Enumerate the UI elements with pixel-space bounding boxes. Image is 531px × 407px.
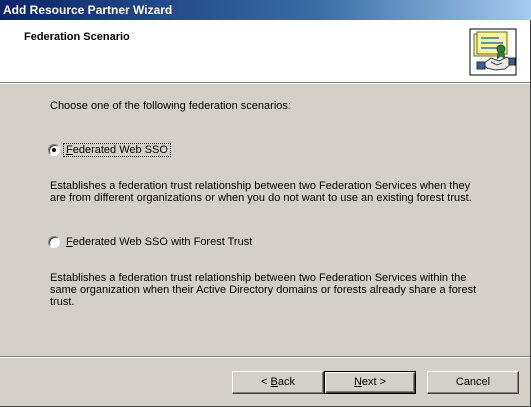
next-button[interactable]: Next > [324, 371, 416, 394]
cancel-button[interactable]: Cancel [427, 371, 519, 394]
back-button[interactable]: < Back [232, 371, 324, 394]
wizard-header: Federation Scenario [0, 20, 530, 83]
back-button-mnemonic: B [270, 376, 278, 388]
mnemonic-f: F [66, 236, 73, 248]
next-button-rest: ext > [361, 376, 387, 388]
title-bar[interactable]: Add Resource Partner Wizard [0, 0, 531, 20]
option-federated-web-sso-forest-trust-label[interactable]: Federated Web SSO with Forest Trust [64, 236, 254, 248]
header-divider [0, 83, 530, 84]
option-federated-web-sso-forest-trust-description: Establishes a federation trust relations… [50, 272, 477, 308]
partner-certificate-handshake-icon [469, 28, 517, 76]
footer-separator [0, 356, 530, 358]
wizard-window: Add Resource Partner Wizard Federation S… [0, 0, 531, 407]
label-rest: ederated Web SSO [72, 144, 168, 156]
radio-federated-web-sso[interactable] [48, 144, 60, 156]
back-button-rest: ack [277, 376, 295, 388]
next-button-mnemonic: N [353, 376, 362, 388]
option-federated-web-sso-label[interactable]: Federated Web SSO [63, 143, 171, 157]
radio-federated-web-sso-forest-trust[interactable] [48, 236, 60, 248]
page-title: Federation Scenario [24, 31, 130, 43]
option-federated-web-sso-description: Establishes a federation trust relations… [50, 180, 472, 204]
mnemonic-f: F [66, 144, 73, 156]
option-federated-web-sso-forest-trust[interactable]: Federated Web SSO with Forest Trust [48, 234, 254, 250]
window-title: Add Resource Partner Wizard [3, 3, 173, 17]
option-federated-web-sso[interactable]: Federated Web SSO [48, 142, 171, 158]
back-button-prefix: < [261, 376, 271, 388]
intro-text: Choose one of the following federation s… [50, 100, 291, 112]
label-rest: ederated Web SSO with Forest Trust [72, 236, 253, 248]
